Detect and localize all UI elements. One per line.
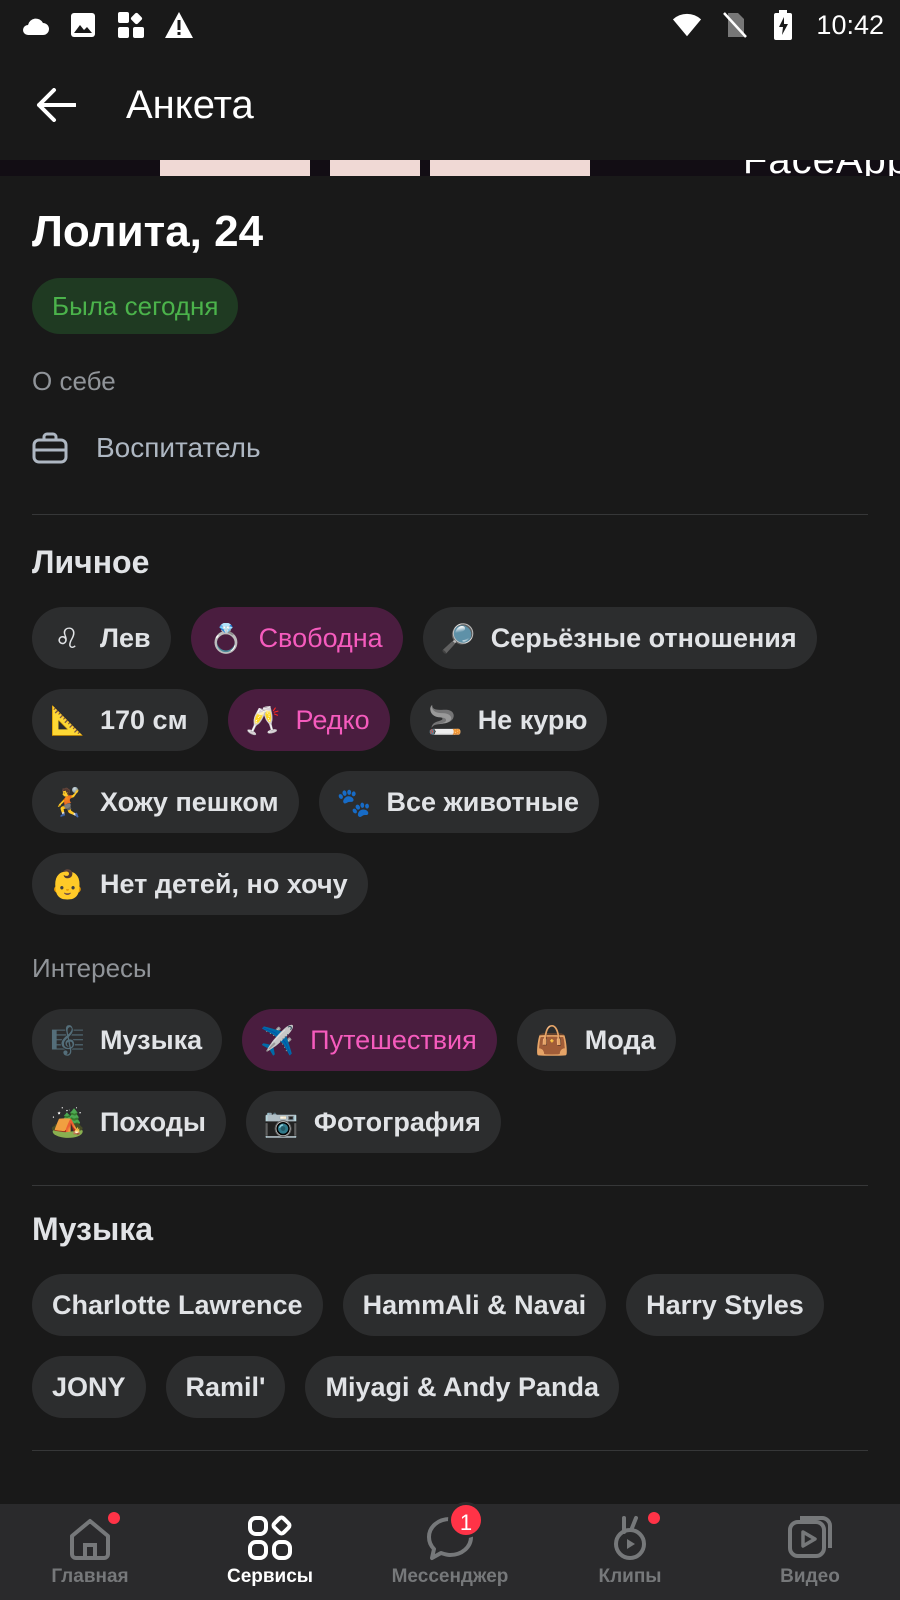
occupation-text: Воспитатель xyxy=(96,432,261,463)
chip-emoji-icon: 🤾 xyxy=(50,786,85,818)
clock: 10:42 xyxy=(816,9,884,40)
image-icon xyxy=(68,10,98,40)
music-chip[interactable]: HammAli & Navai xyxy=(342,1274,607,1336)
personal-chip[interactable]: 💍 Свободна xyxy=(190,607,403,669)
personal-chip[interactable]: ♌ Лев xyxy=(32,607,171,669)
messenger-unread-badge: 1 xyxy=(448,1502,484,1538)
clips-notification-dot xyxy=(648,1512,660,1524)
divider xyxy=(32,1450,868,1451)
warning-icon xyxy=(164,10,194,40)
chip-label: Мода xyxy=(584,1024,656,1055)
briefcase-icon xyxy=(32,432,68,464)
nav-video[interactable]: Видео xyxy=(720,1504,900,1600)
personal-chip[interactable]: 🥂 Редко xyxy=(227,689,390,751)
nav-clips-label: Клипы xyxy=(598,1566,662,1587)
back-button[interactable] xyxy=(26,75,86,135)
nav-messenger[interactable]: 1 Мессенджер xyxy=(360,1502,540,1600)
photo-watermark: FaceApp xyxy=(743,160,900,176)
chip-label: Походы xyxy=(100,1106,206,1137)
status-bar: 10:42 xyxy=(0,0,900,50)
chip-label: Серьёзные отношения xyxy=(490,622,797,653)
chip-emoji-icon: 💍 xyxy=(208,622,244,654)
chip-label: Свободна xyxy=(258,622,383,653)
battery-charging-icon xyxy=(768,10,798,40)
chip-emoji-icon: 🥂 xyxy=(245,704,281,736)
personal-chip[interactable]: 🤾 Хожу пешком xyxy=(32,771,299,833)
music-chip[interactable]: Miyagi & Andy Panda xyxy=(305,1356,620,1418)
no-sim-icon xyxy=(720,10,750,40)
music-chip[interactable]: Harry Styles xyxy=(626,1274,824,1336)
interest-chip[interactable]: 📷 Фотография xyxy=(245,1091,501,1153)
personal-chip[interactable]: 📐 170 см xyxy=(32,689,208,751)
app-bar: Анкета xyxy=(0,50,900,160)
profile-name: Лолита, 24 xyxy=(32,207,264,256)
divider xyxy=(32,514,868,515)
divider xyxy=(32,1185,868,1186)
interest-chip[interactable]: 🎼 Музыка xyxy=(32,1009,223,1071)
chip-label: Музыка xyxy=(100,1024,203,1055)
nav-home[interactable]: Главная xyxy=(0,1504,180,1600)
personal-chip[interactable]: 🐾 Все животные xyxy=(318,771,599,833)
chip-emoji-icon: 📐 xyxy=(50,704,85,736)
chip-label: Редко xyxy=(295,704,370,735)
bottom-navigation: Главная Сервисы 1 Мессенджер Клипы Видео xyxy=(0,1502,900,1600)
chip-emoji-icon: ♌ xyxy=(54,622,80,654)
interests-caption: Интересы xyxy=(32,953,152,983)
chip-emoji-icon: 🚬 xyxy=(427,704,463,736)
chip-label: Нет детей, но хочу xyxy=(100,868,348,899)
music-section-title: Музыка xyxy=(32,1211,154,1247)
chip-emoji-icon: ✈️ xyxy=(260,1024,296,1056)
music-chip[interactable]: Ramil' xyxy=(165,1356,286,1418)
interest-chip[interactable]: ✈️ Путешествия xyxy=(242,1009,497,1071)
chip-emoji-icon: 🏕️ xyxy=(50,1106,85,1138)
chip-label: Не курю xyxy=(477,704,588,735)
nav-home-label: Главная xyxy=(51,1566,129,1587)
online-status-badge: Была сегодня xyxy=(32,278,239,334)
wifi-icon xyxy=(672,10,702,40)
chip-emoji-icon: 👜 xyxy=(534,1024,570,1056)
apps-icon xyxy=(116,10,146,40)
occupation-row: Воспитатель xyxy=(32,428,868,468)
profile-content: Лолита, 24 Была сегодня О себе Воспитате… xyxy=(0,176,900,1451)
personal-chips: ♌ Лев 💍 Свободна 🔎 Серьёзные отношения 📐 170 см… xyxy=(32,607,868,915)
nav-messenger-label: Мессенджер xyxy=(391,1566,509,1587)
chip-label: Все животные xyxy=(386,786,579,817)
video-icon xyxy=(788,1516,832,1558)
chip-emoji-icon: 🔎 xyxy=(440,622,476,654)
chip-label: 170 см xyxy=(100,704,188,735)
personal-chip[interactable]: 🚬 Не курю xyxy=(409,689,608,751)
chip-emoji-icon: 👶 xyxy=(50,868,85,900)
personal-chip[interactable]: 👶 Нет детей, но хочу xyxy=(32,853,368,915)
chip-label: Хожу пешком xyxy=(100,786,279,817)
nav-services-label: Сервисы xyxy=(226,1566,314,1587)
about-caption: О себе xyxy=(32,366,116,396)
nav-video-label: Видео xyxy=(780,1566,840,1587)
chip-label: Лев xyxy=(100,622,151,653)
arrow-left-icon xyxy=(37,88,76,122)
chip-emoji-icon: 🎼 xyxy=(50,1024,85,1056)
chip-emoji-icon: 🐾 xyxy=(336,786,372,818)
music-chip[interactable]: Charlotte Lawrence xyxy=(32,1274,323,1336)
chip-label: Фотография xyxy=(313,1106,481,1137)
nav-clips[interactable]: Клипы xyxy=(540,1504,720,1600)
chip-emoji-icon: 📷 xyxy=(263,1106,299,1138)
interest-chips: 🎼 Музыка ✈️ Путешествия 👜 Мода 🏕️ Походы 📷 Фотогр… xyxy=(32,1009,868,1153)
home-notification-dot xyxy=(108,1512,120,1524)
music-chip[interactable]: JONY xyxy=(32,1356,146,1418)
profile-photo[interactable]: FaceApp xyxy=(0,160,900,176)
services-icon xyxy=(248,1515,292,1560)
home-icon xyxy=(70,1519,110,1560)
personal-section-title: Личное xyxy=(32,544,150,580)
chip-label: Путешествия xyxy=(310,1024,477,1055)
music-chips: Charlotte Lawrence HammAli & Navai Harry S… xyxy=(32,1274,868,1418)
interest-chip[interactable]: 👜 Мода xyxy=(516,1009,676,1071)
cloud-icon xyxy=(20,10,50,40)
clips-icon xyxy=(614,1516,646,1560)
page-title: Анкета xyxy=(126,82,254,127)
nav-services[interactable]: Сервисы xyxy=(180,1504,360,1600)
interest-chip[interactable]: 🏕️ Походы xyxy=(32,1091,226,1153)
personal-chip[interactable]: 🔎 Серьёзные отношения xyxy=(422,607,817,669)
